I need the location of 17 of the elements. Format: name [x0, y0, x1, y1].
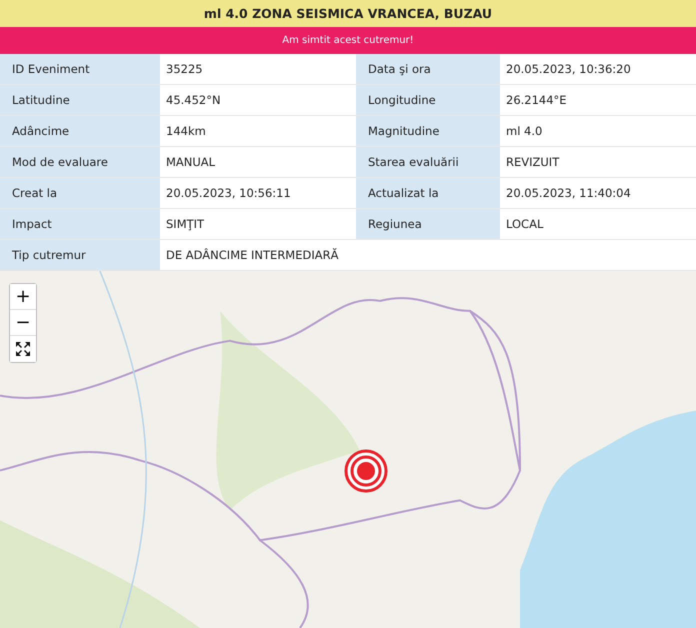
field-label: Adâncime [0, 116, 160, 146]
field-label: Tip cutremur [0, 240, 160, 270]
felt-earthquake-button[interactable]: Am simtit acest cutremur! [0, 27, 696, 54]
field-label: ID Eveniment [0, 54, 160, 84]
event-title: ml 4.0 ZONA SEISMICA VRANCEA, BUZAU [0, 0, 696, 27]
field-label: Creat la [0, 178, 160, 208]
fullscreen-icon [16, 342, 30, 356]
field-label: Latitudine [0, 85, 160, 115]
field-label: Magnitudine [356, 116, 500, 146]
field-label: Actualizat la [356, 178, 500, 208]
field-label: Mod de evaluare [0, 147, 160, 177]
field-label: Starea evaluării [356, 147, 500, 177]
field-label: Regiunea [356, 209, 500, 239]
field-label: Data şi ora [356, 54, 500, 84]
field-label: Longitudine [356, 85, 500, 115]
field-label: Impact [0, 209, 160, 239]
zoom-button[interactable]: + [10, 284, 36, 310]
